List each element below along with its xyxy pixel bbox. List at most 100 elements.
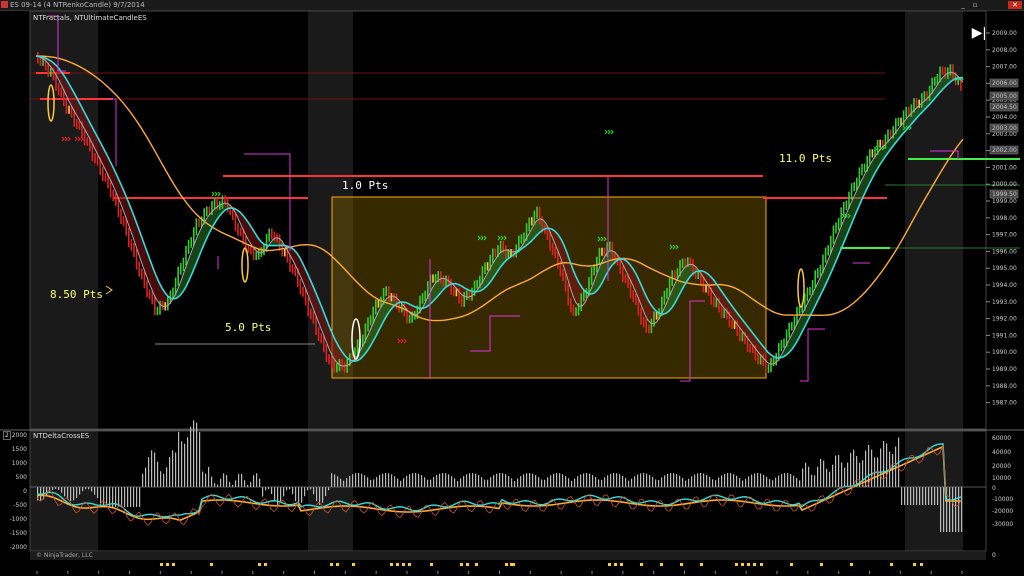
candle (624, 274, 627, 284)
bottom-strip-marker (640, 563, 643, 566)
histogram-bar (238, 474, 240, 487)
histogram-bar (571, 480, 573, 487)
histogram-bar (202, 471, 204, 487)
histogram-bar (124, 487, 126, 507)
annotation-11-pts: 11.0 Pts (779, 152, 832, 165)
price-tick-label: 1994.00 (992, 282, 1017, 289)
candle (333, 359, 335, 373)
histogram-bar (676, 474, 678, 487)
histogram-bar (295, 487, 297, 502)
histogram-bar (511, 478, 513, 487)
bottom-strip-marker (390, 563, 393, 566)
histogram-bar (733, 474, 735, 487)
candle (141, 268, 143, 280)
bottom-strip-marker (660, 563, 663, 566)
price-tick-label: 2008.00 (992, 47, 1017, 54)
histogram-bar (796, 477, 798, 487)
histogram-bar (262, 487, 264, 497)
candle (291, 263, 294, 274)
histogram-bar (481, 477, 483, 487)
histogram-bar (433, 477, 435, 487)
histogram-bar (739, 477, 741, 487)
candle (681, 258, 684, 269)
price-tick-label: 2000.00 (992, 181, 1017, 188)
candle (180, 262, 182, 275)
candle (151, 291, 153, 305)
candle (104, 173, 107, 182)
candle (824, 247, 827, 263)
candle (580, 293, 582, 312)
histogram-bar (745, 478, 747, 487)
candle (187, 239, 190, 254)
candle (50, 67, 52, 77)
candle (148, 289, 151, 300)
candle (91, 143, 94, 162)
candle (421, 293, 424, 304)
candle (575, 307, 577, 316)
price-tag-label: 2006.00 (992, 80, 1017, 87)
histogram-bar (472, 473, 474, 487)
candle (450, 278, 452, 295)
histogram-bar (748, 476, 750, 487)
candle (310, 308, 312, 320)
candle (850, 183, 853, 200)
candle (835, 222, 837, 234)
histogram-bar (370, 479, 372, 487)
signal-arrow (604, 129, 608, 135)
panel-number[interactable]: 2 (3, 431, 11, 440)
candle (549, 231, 551, 251)
candle (486, 262, 489, 271)
close-button[interactable]: ✕ (1008, 1, 1022, 9)
histogram-bar (91, 487, 93, 492)
maximize-button[interactable]: ▫ (970, 1, 980, 9)
price-tick-label: 1997.00 (992, 232, 1017, 239)
bottom-strip-marker (396, 563, 399, 566)
fractal-step (800, 328, 825, 382)
histogram-bar (469, 473, 471, 487)
candle (177, 266, 179, 286)
candle (538, 206, 541, 225)
histogram-bar (418, 473, 420, 487)
candle (640, 307, 642, 325)
histogram-bar (76, 487, 78, 498)
histogram-bar (778, 475, 780, 487)
play-forward-icon[interactable]: ▶| (970, 23, 988, 41)
histogram-bar (943, 487, 945, 532)
bottom-strip-marker (680, 563, 683, 566)
histogram-bar (562, 474, 564, 487)
candle (341, 359, 343, 371)
candle (369, 315, 372, 326)
histogram-bar (577, 476, 579, 487)
candle (76, 118, 78, 129)
bottom-strip-marker (258, 563, 261, 566)
candle (299, 278, 302, 295)
candle (133, 242, 135, 258)
candle (377, 299, 380, 308)
candle (694, 267, 697, 280)
right-axis-label: 40000 (992, 449, 1011, 456)
histogram-bar (658, 480, 660, 487)
minimize-button[interactable]: _ (958, 1, 968, 9)
histogram-bar (205, 473, 207, 487)
histogram-bar (388, 473, 390, 487)
histogram-bar (631, 478, 633, 487)
histogram-bar (301, 487, 303, 503)
candle (317, 326, 320, 342)
histogram-bar (583, 473, 585, 487)
histogram-bar (607, 475, 609, 487)
chart-canvas[interactable]: 2009.00 2008.00 2007.00 2006.00 2005.00 2004.… (0, 11, 1024, 576)
price-tick-label: 2007.00 (992, 64, 1017, 71)
signal-ellipse (241, 247, 249, 283)
candle (234, 212, 237, 232)
right-axis-label: 20000 (992, 463, 1011, 470)
price-tick-label: 1999.00 (992, 198, 1017, 205)
bottom-strip-value: 0 (992, 552, 996, 559)
candle (96, 155, 99, 166)
chart-area[interactable]: 2009.00 2008.00 2007.00 2006.00 2005.00 2004.… (0, 11, 1024, 576)
histogram-bar (316, 487, 318, 502)
histogram-bar (730, 473, 732, 487)
right-axis-label: 60000 (992, 435, 1011, 442)
histogram-bar (424, 477, 426, 487)
candle (312, 311, 315, 324)
histogram-bar (331, 473, 333, 487)
